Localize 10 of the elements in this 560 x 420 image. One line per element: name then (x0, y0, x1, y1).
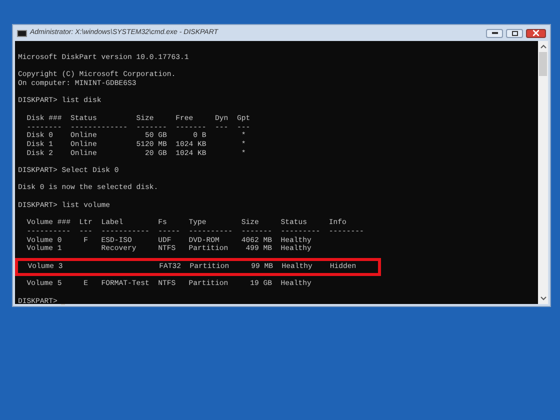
maximize-button[interactable] (506, 28, 523, 38)
scroll-up-icon[interactable] (540, 43, 546, 51)
close-icon (533, 30, 539, 36)
console-icon (17, 30, 27, 36)
scrollbar[interactable] (538, 41, 548, 304)
close-button[interactable] (526, 28, 546, 38)
scroll-down-icon[interactable] (540, 294, 546, 302)
minimize-button[interactable] (486, 28, 503, 38)
scroll-thumb[interactable] (539, 52, 547, 76)
cursor-icon (61, 304, 66, 306)
